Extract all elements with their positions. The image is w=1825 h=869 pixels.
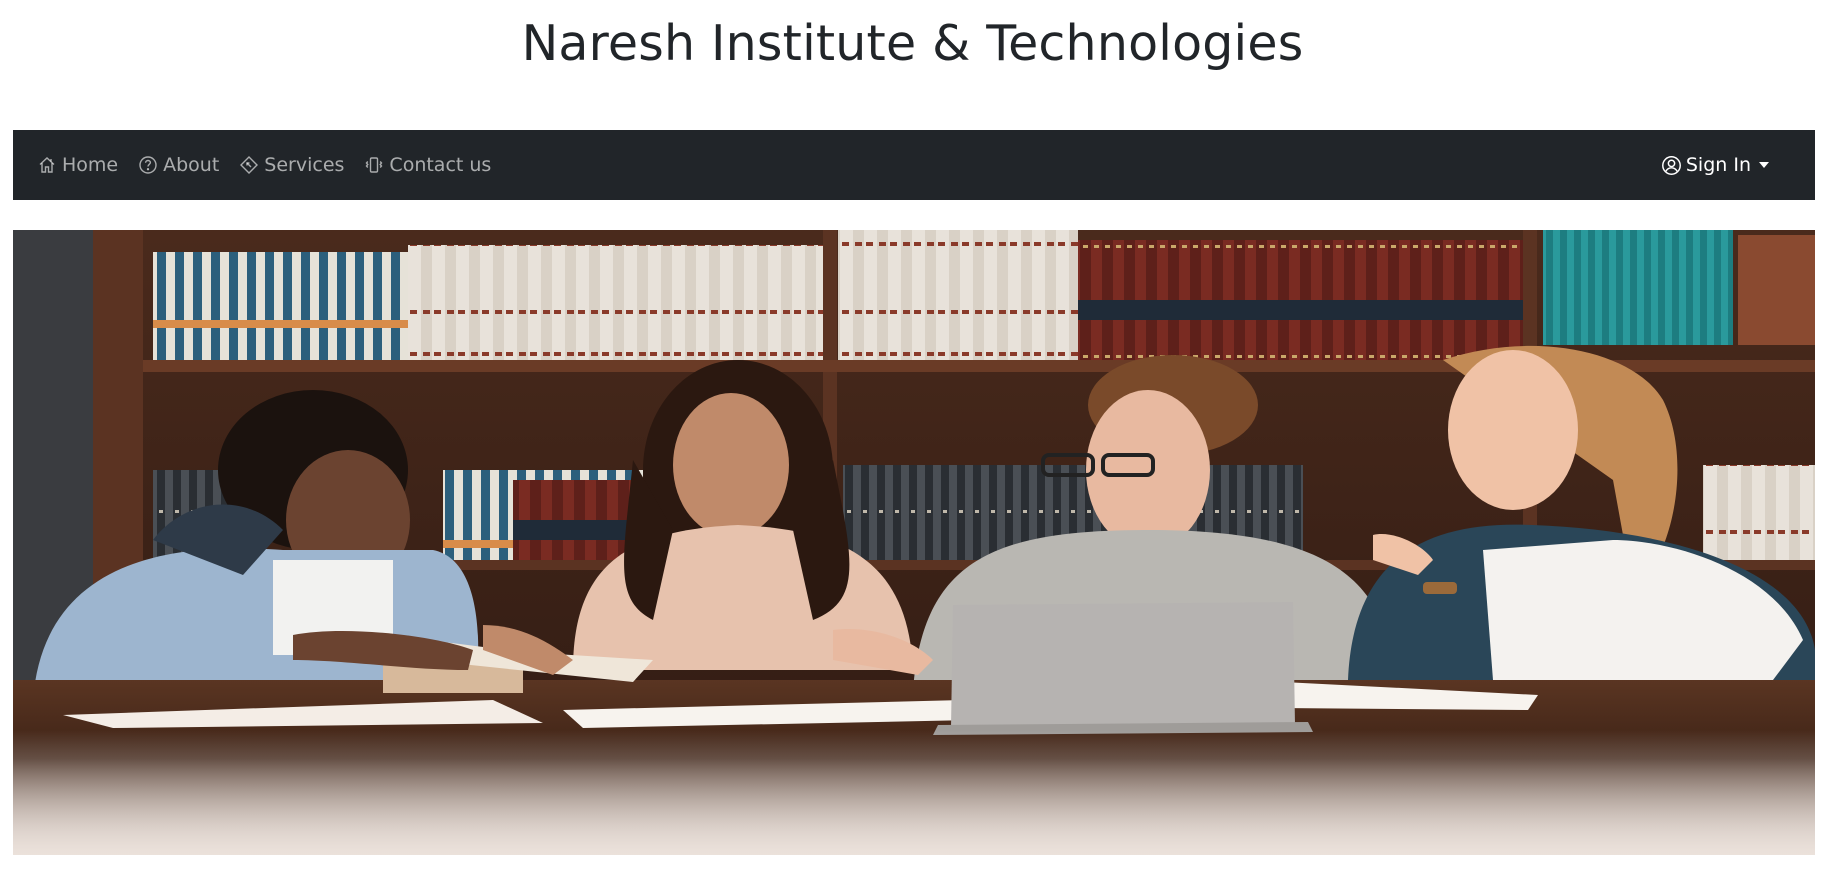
nav-contact-label: Contact us [389, 154, 492, 176]
nav-home-link[interactable]: Home [37, 154, 118, 176]
nav-about-link[interactable]: About [138, 154, 219, 176]
hero-illustration [13, 230, 1815, 855]
tag-diamond-icon [239, 155, 259, 175]
chevron-down-icon [1759, 162, 1769, 168]
page-title: Naresh Institute & Technologies [521, 15, 1304, 72]
phone-vibrate-icon [364, 155, 384, 175]
hero-image [13, 230, 1815, 855]
nav-contact-link[interactable]: Contact us [364, 154, 491, 176]
sign-in-dropdown[interactable]: Sign In [1661, 154, 1769, 176]
nav-about-label: About [163, 154, 220, 176]
sign-in-label: Sign In [1685, 154, 1751, 176]
nav-services-label: Services [264, 154, 345, 176]
person-circle-icon [1661, 155, 1682, 176]
main-navbar: Home About Services Contact us Sign In [13, 130, 1815, 200]
house-icon [37, 155, 57, 175]
question-circle-icon [138, 155, 158, 175]
nav-services-link[interactable]: Services [239, 154, 344, 176]
nav-home-label: Home [62, 154, 119, 176]
nav-links: Home About Services Contact us [37, 154, 491, 176]
